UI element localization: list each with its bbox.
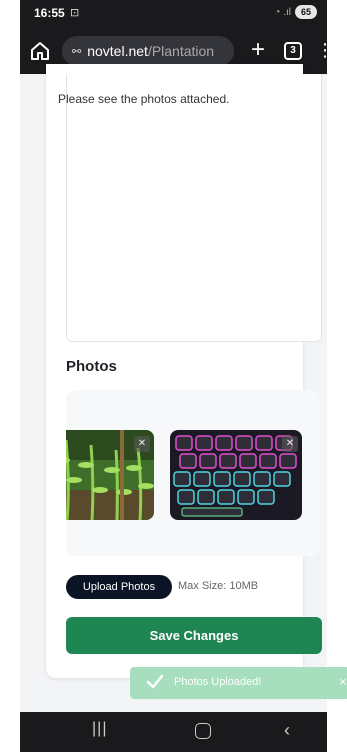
photo-thumbnail-keyboard[interactable]: ✕	[170, 430, 302, 520]
frame-edge-right	[327, 0, 347, 752]
photo-thumbnail-plants[interactable]: ✕	[66, 430, 154, 520]
description-text: Please see the photos attached.	[58, 92, 230, 106]
system-nav-bar: ||| ‹	[20, 712, 327, 752]
url-path: /Plantation	[147, 43, 215, 59]
screen-record-icon: ⊡	[70, 7, 80, 19]
save-changes-button[interactable]: Save Changes	[66, 617, 322, 654]
description-textarea[interactable]	[66, 74, 322, 342]
status-bar: 16:55 ⊡ ◔ .ıl 65	[20, 0, 327, 28]
upload-photos-button[interactable]: Upload Photos	[66, 575, 172, 599]
recent-apps-icon[interactable]: |||	[92, 720, 107, 738]
back-chevron-icon[interactable]: ‹	[284, 720, 290, 741]
toast-close-icon[interactable]: ×	[339, 674, 347, 689]
site-info-icon[interactable]: ⚯	[72, 45, 81, 58]
frame-edge-left	[0, 0, 20, 752]
new-tab-plus-icon[interactable]: +	[246, 37, 270, 65]
home-icon[interactable]	[28, 39, 52, 63]
max-size-hint: Max Size: 10MB	[178, 580, 259, 592]
photos-gallery: ✕ ✕	[66, 390, 320, 556]
toast-notification: Photos Uploaded!	[130, 667, 347, 699]
remove-photo-close-icon[interactable]: ✕	[282, 436, 298, 452]
more-vert-icon[interactable]: ⋮	[316, 40, 327, 62]
home-circle-icon[interactable]	[195, 723, 211, 739]
status-time: 16:55	[34, 6, 65, 20]
url-host: novtel.net	[87, 43, 148, 59]
photos-heading: Photos	[66, 358, 117, 375]
toast-message: Photos Uploaded!	[174, 676, 262, 688]
device-frame: 16:55 ⊡ ◔ .ıl 65 ⚯ novtel.net/Plantation…	[0, 0, 347, 752]
wifi-signal-icon: ◔ .ıl	[274, 6, 291, 18]
check-icon	[146, 673, 164, 691]
address-bar[interactable]: ⚯ novtel.net/Plantation	[62, 36, 234, 66]
status-icons: ◔ .ıl 65	[274, 5, 317, 19]
tab-switcher-button[interactable]: 3	[284, 42, 302, 60]
remove-photo-close-icon[interactable]: ✕	[134, 436, 150, 452]
battery-icon: 65	[295, 5, 317, 19]
